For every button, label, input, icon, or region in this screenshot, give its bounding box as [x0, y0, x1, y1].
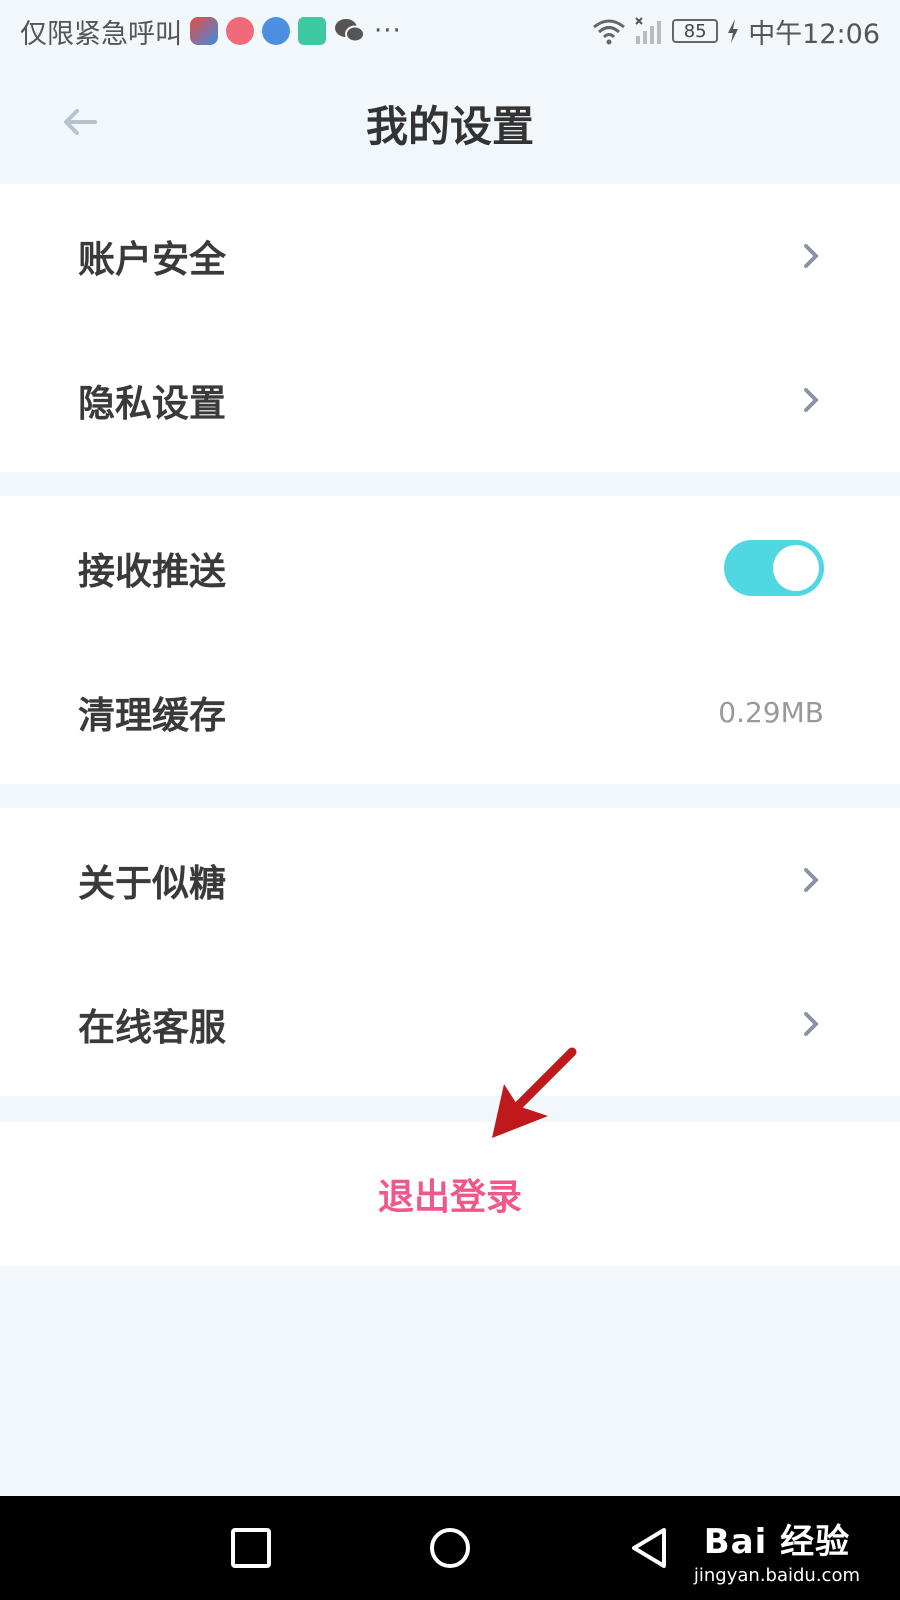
settings-item-push: 接收推送 — [0, 496, 900, 640]
page-header: 我的设置 — [0, 62, 900, 184]
settings-item-label: 接收推送 — [78, 550, 226, 593]
chevron-right-icon — [804, 244, 819, 268]
settings-group-about: 关于似糖 在线客服 — [0, 808, 900, 1096]
push-toggle[interactable] — [724, 540, 824, 596]
app-icon-1 — [190, 17, 218, 45]
browser-icon — [262, 17, 290, 45]
chevron-right-icon — [804, 388, 819, 412]
status-left: 仅限紧急呼叫 ··· — [20, 12, 402, 51]
settings-item-privacy[interactable]: 隐私设置 — [0, 328, 900, 472]
logout-group: 退出登录 — [0, 1122, 900, 1266]
settings-item-label: 清理缓存 — [78, 694, 226, 737]
status-right: 85 中午12:06 — [592, 12, 880, 51]
back-button-icon[interactable] — [628, 1526, 672, 1570]
overflow-dots: ··· — [374, 16, 402, 46]
page-title: 我的设置 — [365, 101, 534, 151]
recents-button-icon[interactable] — [229, 1526, 273, 1570]
annotation-arrow-icon — [492, 1047, 577, 1138]
clock: 中午12:06 — [748, 18, 880, 50]
logout-label: 退出登录 — [377, 1177, 522, 1218]
watermark-logo: Bai 经验 — [703, 1522, 851, 1562]
back-arrow-icon — [64, 109, 97, 135]
wifi-icon — [593, 19, 626, 45]
settings-group-account: 账户安全 隐私设置 — [0, 184, 900, 472]
back-button[interactable] — [56, 98, 104, 146]
signal-icon — [635, 17, 662, 44]
app-icon-2 — [226, 17, 254, 45]
home-button-icon[interactable] — [428, 1526, 472, 1570]
settings-item-label: 隐私设置 — [78, 382, 226, 425]
carrier-text: 仅限紧急呼叫 — [20, 18, 182, 50]
chevron-right-icon — [804, 868, 819, 892]
watermark-url: jingyan.baidu.com — [693, 1565, 860, 1586]
settings-item-clear-cache[interactable]: 清理缓存 0.29MB — [0, 640, 900, 784]
settings-item-account-security[interactable]: 账户安全 — [0, 184, 900, 328]
chevron-right-icon — [804, 1012, 819, 1036]
cache-size: 0.29MB — [718, 695, 824, 729]
battery-indicator: 85 — [672, 19, 719, 43]
system-nav-bar: Bai 经验 jingyan.baidu.com — [0, 1496, 900, 1600]
settings-item-label: 关于似糖 — [78, 862, 226, 905]
charging-icon — [728, 19, 739, 43]
status-bar: 仅限紧急呼叫 ··· 85 中午12:06 — [0, 0, 900, 62]
baidu-watermark: Bai 经验 jingyan.baidu.com — [694, 1514, 860, 1586]
settings-item-about[interactable]: 关于似糖 — [0, 808, 900, 952]
toggle-knob — [773, 545, 819, 591]
settings-item-label: 账户安全 — [78, 238, 226, 281]
settings-group-system: 接收推送 清理缓存 0.29MB — [0, 496, 900, 784]
app-icon-4 — [298, 17, 326, 45]
logout-button[interactable]: 退出登录 — [0, 1122, 900, 1266]
settings-item-online-service[interactable]: 在线客服 — [0, 952, 900, 1096]
settings-item-label: 在线客服 — [78, 1006, 226, 1049]
wechat-icon — [335, 19, 365, 43]
